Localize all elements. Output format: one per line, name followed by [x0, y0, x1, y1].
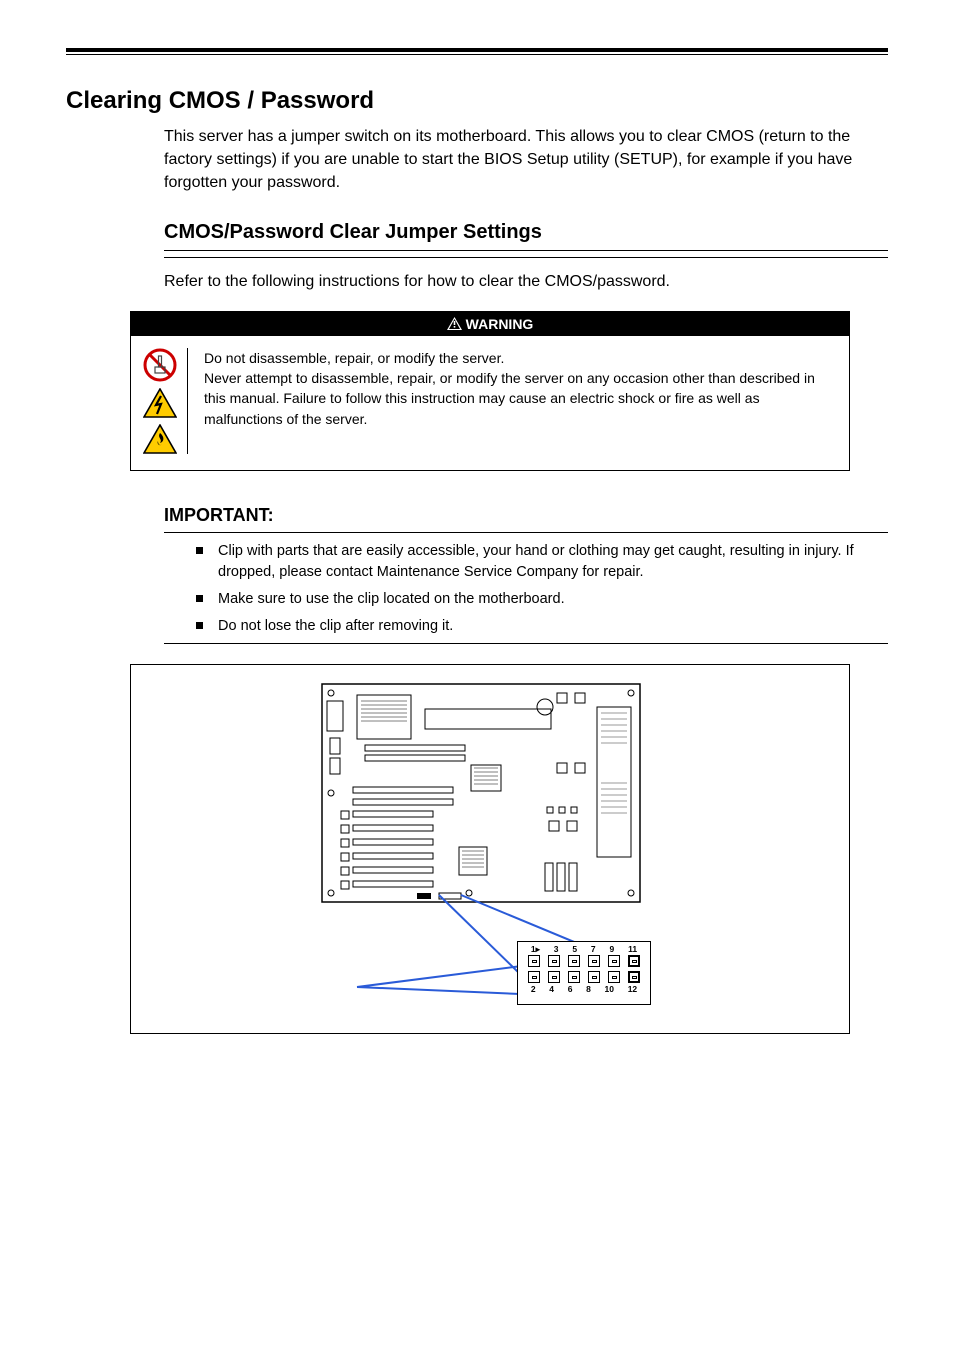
warning-header: WARNING — [131, 312, 849, 336]
pin-label: 1▸ — [531, 945, 540, 954]
pin-row-bottom — [518, 969, 650, 985]
warning-callout: WARNING Do not di — [130, 311, 850, 471]
pin — [568, 971, 580, 983]
pin-highlighted — [628, 971, 640, 983]
important-rule-1 — [164, 532, 888, 533]
pin-label: 8 — [586, 985, 591, 994]
sub-heading: CMOS/Password Clear Jumper Settings — [66, 221, 888, 244]
pin-label: 6 — [568, 985, 573, 994]
pin — [588, 955, 600, 967]
exclamation-triangle-icon — [447, 317, 462, 330]
electric-hazard-icon — [143, 388, 177, 418]
top-rule-thick — [66, 48, 888, 52]
pin — [588, 971, 600, 983]
pin-label: 12 — [628, 985, 637, 994]
page-root: Clearing CMOS / Password This server has… — [0, 0, 954, 1074]
do-not-disassemble-icon — [143, 348, 177, 382]
pin — [528, 971, 540, 983]
motherboard-figure: 1▸ 3 5 7 9 11 — [130, 664, 850, 1034]
bullet-item: Clip with parts that are easily accessib… — [196, 541, 888, 583]
fire-hazard-icon — [143, 424, 177, 454]
warning-body: Do not disassemble, repair, or modify th… — [131, 336, 849, 470]
pin-label: 4 — [549, 985, 554, 994]
important-rule-2 — [164, 643, 888, 644]
pin — [548, 955, 560, 967]
pin-label: 10 — [605, 985, 614, 994]
warning-label: WARNING — [466, 316, 534, 332]
pin-labels-bottom: 2 4 6 8 10 12 — [518, 985, 650, 997]
important-heading: IMPORTANT: — [66, 505, 888, 526]
pin-label: 11 — [628, 945, 637, 954]
pin-label: 5 — [572, 945, 577, 954]
pin-label: 3 — [554, 945, 559, 954]
pin-label: 7 — [591, 945, 596, 954]
top-rule-thin — [66, 54, 888, 55]
warning-text: Do not disassemble, repair, or modify th… — [204, 348, 831, 454]
pin — [568, 955, 580, 967]
pin — [528, 955, 540, 967]
jumper-pin-zoom: 1▸ 3 5 7 9 11 — [517, 941, 651, 1005]
pin — [608, 955, 620, 967]
bullet-item: Do not lose the clip after removing it. — [196, 616, 888, 637]
pin-label: 9 — [610, 945, 615, 954]
sub-rule-1 — [164, 250, 888, 251]
bullet-item: Make sure to use the clip located on the… — [196, 589, 888, 610]
intro-text: This server has a jumper switch on its m… — [66, 125, 888, 195]
pin-row-top — [518, 953, 650, 969]
pin — [548, 971, 560, 983]
pin-highlighted — [628, 955, 640, 967]
warning-icon-column — [143, 348, 188, 454]
section-heading: Clearing CMOS / Password — [66, 87, 888, 115]
pin-label: 2 — [531, 985, 536, 994]
motherboard-diagram-icon — [321, 683, 641, 923]
sub-rule-2 — [164, 257, 888, 258]
sub-under: Refer to the following instructions for … — [66, 270, 888, 293]
pin-labels-top: 1▸ 3 5 7 9 11 — [518, 942, 650, 954]
important-list: Clip with parts that are easily accessib… — [66, 541, 888, 637]
pin — [608, 971, 620, 983]
